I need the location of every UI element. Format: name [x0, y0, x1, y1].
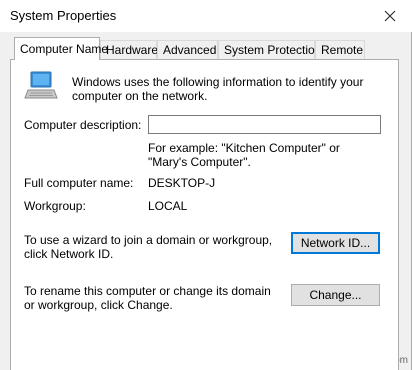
full-computer-name-label: Full computer name:	[24, 176, 134, 190]
computer-network-icon	[24, 71, 58, 99]
tab-hardware[interactable]: Hardware	[100, 40, 158, 59]
description-example-text: For example: "Kitchen Computer" or "Mary…	[148, 141, 340, 169]
tab-remote[interactable]: Remote	[315, 40, 365, 59]
close-icon	[384, 10, 396, 22]
title-bar: System Properties	[0, 0, 412, 32]
change-instruction: To rename this computer or change its do…	[24, 284, 271, 312]
intro-text: Windows uses the following information t…	[72, 75, 364, 103]
computer-name-panel	[10, 59, 399, 370]
network-id-button[interactable]: Network ID...	[291, 232, 380, 254]
workgroup-value: LOCAL	[148, 199, 188, 213]
workgroup-label: Workgroup:	[24, 199, 86, 213]
network-id-instruction: To use a wizard to join a domain or work…	[24, 233, 273, 261]
computer-description-label: Computer description:	[24, 118, 142, 132]
system-properties-window: System Properties Computer Name Hardware…	[0, 0, 412, 370]
computer-description-input[interactable]	[148, 115, 381, 134]
window-title: System Properties	[10, 8, 117, 23]
change-button[interactable]: Change...	[291, 284, 380, 306]
tab-computer-name[interactable]: Computer Name	[14, 37, 108, 60]
close-button[interactable]	[376, 4, 404, 28]
tab-system-protection[interactable]: System Protection	[218, 40, 321, 59]
tab-advanced[interactable]: Advanced	[157, 40, 218, 59]
full-computer-name-value: DESKTOP-J	[148, 176, 216, 190]
